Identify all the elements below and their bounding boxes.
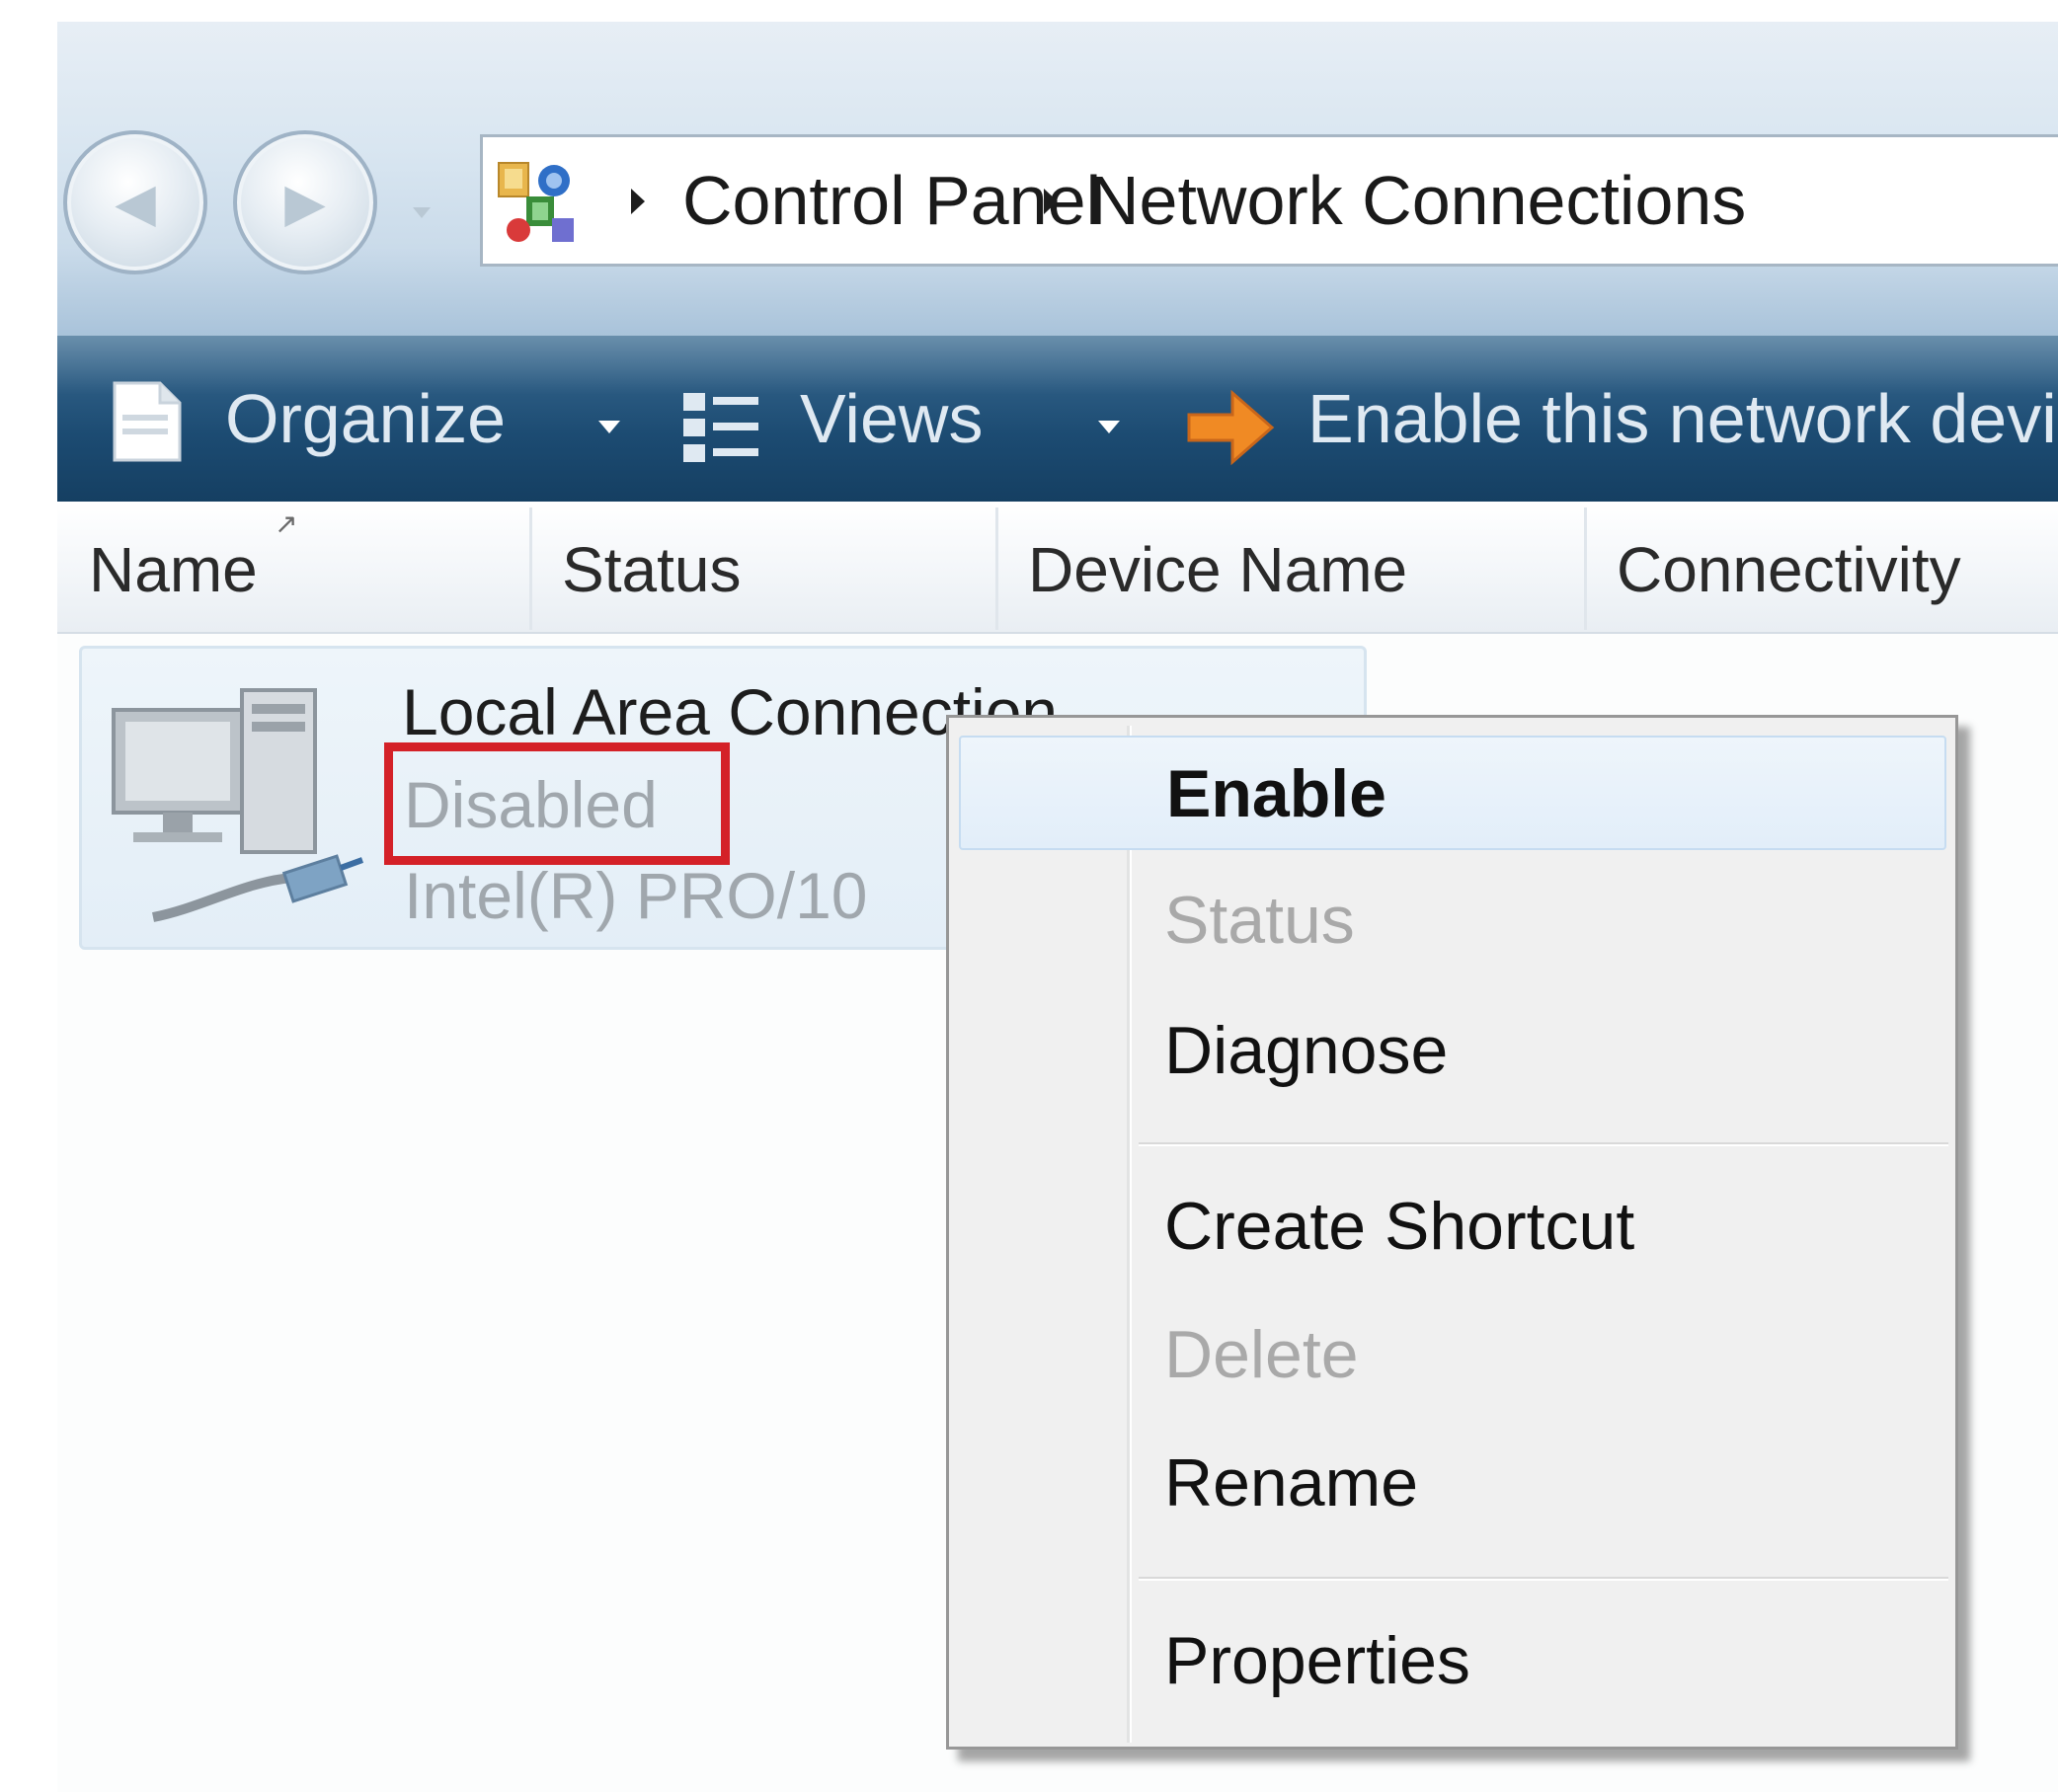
column-header-label: Connectivity — [1617, 534, 1961, 605]
column-header-label: Status — [562, 534, 742, 605]
back-button[interactable]: ◀ — [63, 130, 207, 274]
recent-pages-dropdown[interactable] — [413, 207, 431, 218]
organize-label: Organize — [225, 380, 507, 457]
menu-item-create-shortcut[interactable]: Create Shortcut — [959, 1170, 1946, 1285]
menu-item-delete: Delete — [959, 1298, 1946, 1413]
column-header-name[interactable]: ↗ Name — [57, 502, 529, 632]
menu-item-label: Create Shortcut — [1164, 1189, 1635, 1264]
sort-ascending-icon: ↗ — [275, 508, 298, 539]
menu-separator — [1139, 1142, 1948, 1146]
enable-arrow-icon — [1187, 389, 1275, 466]
organize-dropdown-icon — [598, 421, 620, 433]
address-bar[interactable]: Control Panel Network Connections — [480, 134, 2058, 267]
menu-item-properties[interactable]: Properties — [959, 1604, 1946, 1719]
menu-item-label: Diagnose — [1164, 1013, 1449, 1088]
menu-separator — [1139, 1577, 1948, 1581]
column-header-device-name[interactable]: Device Name — [998, 502, 1581, 632]
forward-button[interactable]: ▶ — [233, 130, 377, 274]
explorer-window: ◀ ▶ Control Panel Network Connections Or… — [57, 22, 2058, 1792]
network-computer-icon — [112, 688, 364, 922]
organize-icon — [113, 381, 182, 462]
column-header-status[interactable]: Status — [532, 502, 992, 632]
enable-device-label: Enable this network devi — [1307, 380, 2057, 457]
menu-item-label: Properties — [1164, 1623, 1470, 1698]
column-header-row: ↗ Name Status Device Name Connectivity — [57, 502, 2058, 634]
context-menu: Enable Status Diagnose Create Shortcut D… — [946, 715, 1958, 1750]
menu-item-label: Delete — [1164, 1317, 1359, 1392]
menu-item-diagnose[interactable]: Diagnose — [959, 994, 1946, 1109]
forward-arrow-icon: ▶ — [284, 173, 326, 233]
menu-item-label: Rename — [1164, 1445, 1419, 1520]
menu-item-label: Status — [1164, 883, 1355, 958]
breadcrumb-separator-icon[interactable] — [631, 189, 645, 214]
menu-item-rename[interactable]: Rename — [959, 1427, 1946, 1541]
column-header-label: Name — [89, 534, 258, 605]
navigation-bar: ◀ ▶ Control Panel Network Connections — [57, 22, 2058, 336]
control-panel-icon — [498, 162, 574, 242]
views-dropdown-icon — [1098, 421, 1120, 433]
breadcrumb-network-connections[interactable]: Network Connections — [1089, 161, 1746, 240]
organize-button[interactable]: Organize — [97, 336, 650, 502]
menu-item-label: Enable — [1166, 756, 1386, 831]
menu-item-status: Status — [959, 864, 1946, 978]
menu-item-enable[interactable]: Enable — [959, 736, 1946, 850]
breadcrumb-control-panel[interactable]: Control Panel — [682, 161, 1101, 240]
breadcrumb-separator-icon[interactable] — [1044, 189, 1058, 214]
back-arrow-icon: ◀ — [115, 173, 156, 233]
column-header-connectivity[interactable]: Connectivity — [1587, 502, 2058, 632]
views-label: Views — [800, 380, 984, 457]
views-icon — [683, 393, 758, 462]
status-highlight-box — [384, 742, 730, 865]
command-bar: Organize Views Enable this network devi — [57, 336, 2058, 502]
enable-device-button[interactable]: Enable this network devi — [1183, 336, 2058, 502]
connection-device: Intel(R) PRO/10 — [404, 859, 868, 932]
column-header-label: Device Name — [1028, 534, 1408, 605]
views-button[interactable]: Views — [681, 336, 1205, 502]
